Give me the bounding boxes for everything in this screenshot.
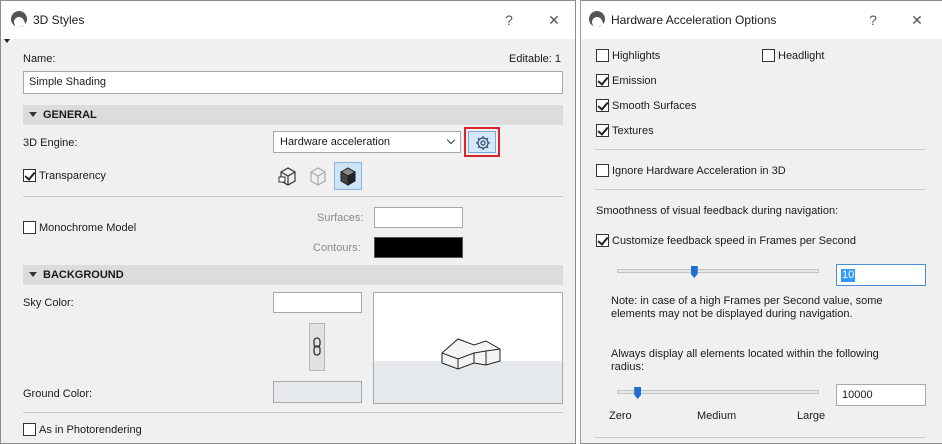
- background-section-header[interactable]: BACKGROUND: [23, 265, 563, 285]
- chevron-down-icon: [446, 135, 456, 145]
- emission-label: Emission: [612, 75, 657, 87]
- radius-input[interactable]: 10000: [836, 384, 926, 406]
- emission-checkbox[interactable]: [596, 74, 609, 87]
- shading-mode-1-button[interactable]: [275, 163, 301, 189]
- name-input[interactable]: Simple Shading: [23, 71, 563, 94]
- radius-line-2: radius:: [611, 361, 645, 373]
- cube-hidden-icon: [310, 167, 326, 186]
- photorendering-checkbox[interactable]: [23, 423, 36, 436]
- fps-slider-thumb[interactable]: [690, 266, 698, 278]
- monochrome-checkbox[interactable]: [23, 221, 36, 234]
- app-logo-icon: [589, 11, 605, 27]
- radius-line-1: Always display all elements located with…: [611, 348, 879, 360]
- customize-fps-checkbox[interactable]: [596, 234, 609, 247]
- hardware-acceleration-dialog: Hardware Acceleration Options ? ✕ Highli…: [580, 0, 942, 444]
- divider: [595, 437, 925, 438]
- contours-label: Contours:: [313, 242, 361, 254]
- customize-fps-label: Customize feedback speed in Frames per S…: [612, 235, 856, 247]
- engine-select-value: Hardware acceleration: [280, 136, 391, 148]
- smooth-surfaces-checkbox[interactable]: [596, 99, 609, 112]
- engine-settings-button[interactable]: [468, 131, 496, 153]
- fps-slider[interactable]: [617, 269, 819, 273]
- chain-link-icon: [313, 337, 321, 356]
- cube-shaded-icon: [339, 167, 357, 186]
- close-button[interactable]: ✕: [544, 10, 564, 30]
- gear-icon: [476, 136, 490, 150]
- scale-zero-label: Zero: [609, 410, 632, 422]
- fps-input-value: 10: [841, 269, 856, 282]
- shading-mode-3-button[interactable]: [334, 162, 362, 190]
- sky-color-label: Sky Color:: [23, 297, 74, 309]
- shading-mode-2-button[interactable]: [305, 163, 331, 189]
- collapse-triangle-icon: [29, 272, 37, 277]
- note-line-2: elements may not be displayed during nav…: [611, 308, 853, 320]
- cube-wire-icon: [278, 167, 296, 186]
- divider: [595, 189, 925, 190]
- general-section-header[interactable]: GENERAL: [23, 105, 563, 125]
- textures-label: Textures: [612, 125, 654, 137]
- 3d-styles-dialog: 3D Styles ? ✕ Name: Editable: 1 Simple S…: [0, 0, 576, 444]
- ignore-hw-label: Ignore Hardware Acceleration in 3D: [612, 165, 786, 177]
- title-bar[interactable]: Hardware Acceleration Options ? ✕: [581, 1, 942, 39]
- help-button[interactable]: ?: [863, 10, 883, 30]
- photorendering-label: As in Photorendering: [39, 424, 142, 436]
- fps-input[interactable]: 10: [836, 264, 926, 286]
- headlight-checkbox[interactable]: [762, 49, 775, 62]
- radius-slider-thumb[interactable]: [634, 387, 642, 399]
- transparency-checkbox[interactable]: [23, 169, 36, 182]
- divider: [23, 196, 563, 197]
- textures-checkbox[interactable]: [596, 124, 609, 137]
- surfaces-label: Surfaces:: [317, 212, 364, 224]
- sky-color-swatch[interactable]: [273, 292, 362, 313]
- editable-label: Editable: 1: [509, 53, 561, 65]
- link-colors-button[interactable]: [309, 323, 325, 371]
- collapse-triangle-icon: [29, 112, 37, 117]
- divider: [23, 412, 563, 413]
- app-logo-icon: [11, 11, 27, 27]
- dialog-title: Hardware Acceleration Options: [611, 13, 777, 27]
- monochrome-label: Monochrome Model: [39, 222, 137, 234]
- scale-medium-label: Medium: [697, 410, 737, 422]
- radius-slider[interactable]: [617, 390, 819, 394]
- close-button[interactable]: ✕: [907, 10, 927, 30]
- title-bar[interactable]: 3D Styles ? ✕: [1, 1, 575, 39]
- background-section-title: BACKGROUND: [43, 269, 124, 281]
- note-line-1: Note: in case of a high Frames per Secon…: [611, 295, 883, 307]
- ignore-hw-checkbox[interactable]: [596, 164, 609, 177]
- general-section-title: GENERAL: [43, 109, 97, 121]
- engine-label: 3D Engine:: [23, 137, 78, 149]
- smooth-surfaces-label: Smooth Surfaces: [612, 100, 697, 112]
- headlight-label: Headlight: [778, 50, 825, 62]
- contours-color-swatch[interactable]: [374, 237, 463, 258]
- surfaces-color-swatch[interactable]: [374, 207, 463, 228]
- transparency-label: Transparency: [39, 170, 106, 182]
- divider: [595, 149, 925, 150]
- highlights-label: Highlights: [612, 50, 661, 62]
- name-label: Name:: [23, 53, 56, 65]
- smoothness-heading: Smoothness of visual feedback during nav…: [596, 205, 839, 217]
- dialog-title: 3D Styles: [33, 13, 85, 27]
- house-preview-icon: [441, 338, 501, 370]
- ground-color-label: Ground Color:: [23, 388, 93, 400]
- ground-color-swatch[interactable]: [273, 381, 362, 403]
- engine-select[interactable]: Hardware acceleration: [273, 131, 461, 153]
- help-button[interactable]: ?: [499, 10, 519, 30]
- background-preview: [373, 292, 563, 404]
- corner-marker-icon: [4, 39, 10, 43]
- scale-large-label: Large: [797, 410, 826, 422]
- highlights-checkbox[interactable]: [596, 49, 609, 62]
